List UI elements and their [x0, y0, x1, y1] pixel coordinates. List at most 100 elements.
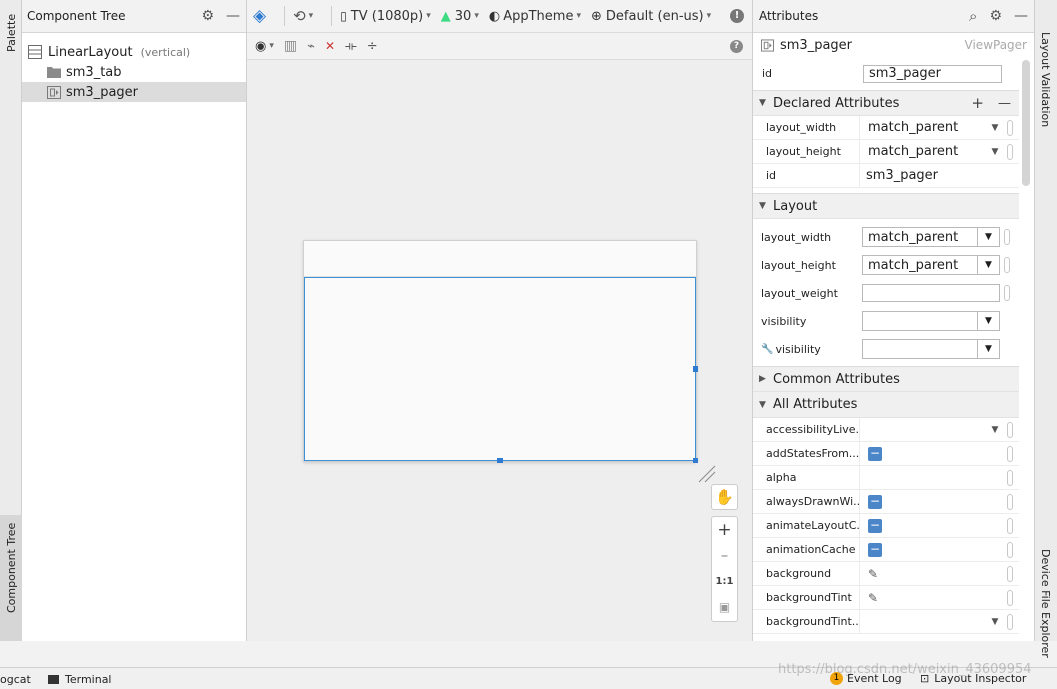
attr-value[interactable] — [862, 339, 978, 359]
device-label: TV (1080p) — [350, 8, 424, 24]
folder-icon — [47, 67, 61, 78]
declared-attributes-header[interactable]: ▼ Declared Attributes + — — [753, 90, 1019, 116]
orientation-icon[interactable]: ⟲ ▾ — [293, 7, 313, 25]
flag-toggle-icon[interactable]: − — [868, 446, 882, 461]
warning-icon[interactable]: ! — [730, 9, 744, 23]
chevron-down-icon[interactable]: ▼ — [987, 123, 1003, 133]
tree-item-sm3-tab[interactable]: sm3_tab — [22, 62, 246, 82]
gear-icon[interactable]: ⚙ — [201, 8, 214, 24]
clear-constraints-icon[interactable]: ✕ — [325, 39, 335, 53]
chevron-down-icon[interactable]: ▼ — [987, 617, 1003, 627]
declared-row: layout_width match_parent ▼ — [753, 116, 1019, 140]
zoom-in-button[interactable]: + — [712, 517, 737, 543]
attr-value[interactable]: ✎ — [859, 586, 1003, 609]
minimize-icon[interactable]: — — [226, 8, 240, 24]
wrench-icon: 🔧 — [761, 343, 774, 355]
locale-selector[interactable]: ⊕ Default (en-us) ▾ — [591, 9, 711, 24]
theme-selector[interactable]: ◐ AppTheme ▾ — [489, 9, 581, 24]
autoconnect-icon[interactable]: ⌁ — [307, 39, 315, 54]
resize-handle-corner[interactable] — [693, 458, 698, 463]
attr-value[interactable]: match_parent — [862, 227, 978, 247]
attr-value[interactable] — [859, 418, 987, 441]
attr-value[interactable]: match_parent — [859, 140, 987, 163]
attr-value[interactable]: − — [859, 514, 1003, 537]
attr-value[interactable] — [859, 466, 1003, 489]
help-icon[interactable]: ? — [730, 39, 743, 53]
attr-name: backgroundTint... — [766, 615, 859, 628]
all-attr-row: addStatesFrom... − — [753, 442, 1019, 466]
logcat-tab[interactable]: ogcat — [0, 673, 31, 686]
all-attr-row: background ✎ — [753, 562, 1019, 586]
preview-sm3-tab[interactable] — [304, 241, 696, 277]
all-attributes-header[interactable]: ▼ All Attributes — [753, 392, 1019, 418]
pack-vertical-icon[interactable]: ÷ — [367, 39, 378, 54]
all-attr-row: animateLayoutC... − — [753, 514, 1019, 538]
resize-handle-right[interactable] — [693, 366, 698, 372]
tree-item-sm3-pager[interactable]: sm3_pager — [22, 82, 246, 102]
device-selector[interactable]: ▯ TV (1080p) ▾ — [340, 9, 431, 24]
gear-icon[interactable]: ⚙ — [989, 8, 1002, 24]
design-subtoolbar: ◉ ▾ ▥ ⌁ ✕ ⟛ ÷ ? — [247, 33, 752, 60]
eyedropper-icon[interactable]: ✎ — [868, 591, 878, 605]
attr-value[interactable] — [862, 284, 1000, 302]
api-selector[interactable]: ▲ 30 ▾ — [441, 9, 479, 24]
add-attribute-icon[interactable]: + — [971, 94, 984, 112]
attributes-panel: Attributes ⌕ ⚙ — sm3_pager ViewPager id … — [753, 0, 1035, 641]
zoom-out-button[interactable]: – — [712, 543, 737, 569]
event-log-tab[interactable]: 1 Event Log — [830, 672, 902, 685]
attributes-scrollbar[interactable] — [1022, 60, 1030, 186]
resize-handle-bottom[interactable] — [497, 458, 503, 463]
resize-corner-icon[interactable] — [697, 464, 717, 484]
flag-toggle-icon[interactable]: − — [868, 542, 882, 557]
layout-section-header[interactable]: ▼ Layout — [753, 193, 1019, 219]
attr-value[interactable]: ✎ — [859, 562, 1003, 585]
id-field[interactable]: sm3_pager — [863, 64, 1002, 83]
zoom-to-fit-screen-button[interactable]: ▣ — [712, 595, 737, 621]
layers-icon[interactable]: ◈ — [253, 6, 266, 26]
chevron-down-icon[interactable]: ▼ — [978, 227, 1000, 247]
blueprint-icon[interactable]: ▥ — [284, 38, 297, 54]
component-tree-panel: Component Tree ⚙ — LinearLayout (vertica… — [22, 0, 247, 641]
flag-toggle-icon[interactable]: − — [868, 518, 882, 533]
device-file-explorer-tab[interactable]: Device File Explorer — [1035, 535, 1057, 658]
attr-value[interactable]: − — [859, 490, 1003, 513]
chevron-down-icon[interactable]: ▼ — [978, 255, 1000, 275]
search-icon[interactable]: ⌕ — [969, 7, 977, 25]
attr-value[interactable]: match_parent — [862, 255, 978, 275]
eye-icon[interactable]: ◉ ▾ — [255, 39, 274, 54]
pan-button[interactable]: ✋ — [711, 484, 738, 510]
layout-row: layout_height match_parent ▼ — [753, 251, 1019, 279]
attr-name: layout_weight — [761, 286, 838, 300]
palette-tab[interactable]: Palette — [0, 0, 22, 70]
chevron-down-icon[interactable]: ▼ — [987, 425, 1003, 435]
chevron-down-icon[interactable]: ▼ — [978, 311, 1000, 331]
layout-inspector-tab[interactable]: ⊡ Layout Inspector — [920, 672, 1026, 685]
chevron-down-icon[interactable]: ▼ — [978, 339, 1000, 359]
attr-name: alpha — [766, 471, 797, 484]
attr-value[interactable] — [862, 311, 978, 331]
attr-value[interactable]: sm3_pager — [859, 164, 1019, 187]
hand-icon: ✋ — [715, 488, 734, 506]
attr-name: animationCache — [766, 543, 856, 556]
preview-sm3-pager[interactable] — [304, 277, 698, 463]
attr-value[interactable]: − — [859, 538, 1003, 561]
common-attributes-header[interactable]: ▶ Common Attributes — [753, 366, 1019, 392]
inspector-icon: ⊡ — [920, 672, 930, 685]
layout-row: 🔧 visibility ▼ — [753, 335, 1019, 363]
tree-item-linearlayout[interactable]: LinearLayout (vertical) — [22, 42, 246, 62]
component-tree-title: Component Tree — [27, 9, 126, 23]
flag-toggle-icon[interactable]: − — [868, 494, 882, 509]
attr-value[interactable]: − — [859, 442, 1003, 465]
terminal-tab[interactable]: Terminal — [48, 673, 112, 686]
attr-value[interactable]: match_parent — [859, 116, 987, 139]
remove-attribute-icon[interactable]: — — [998, 96, 1011, 111]
layout-validation-tab[interactable]: Layout Validation — [1035, 0, 1057, 140]
zoom-fit-button[interactable]: 1:1 — [712, 569, 737, 595]
chevron-down-icon[interactable]: ▼ — [987, 147, 1003, 157]
pack-horizontal-icon[interactable]: ⟛ — [345, 39, 357, 54]
eyedropper-icon[interactable]: ✎ — [868, 567, 878, 581]
minimize-icon[interactable]: — — [1014, 8, 1028, 24]
component-tree-tab[interactable]: Component Tree — [0, 515, 22, 641]
attr-name: backgroundTint — [766, 591, 852, 604]
attr-value[interactable] — [859, 610, 987, 633]
